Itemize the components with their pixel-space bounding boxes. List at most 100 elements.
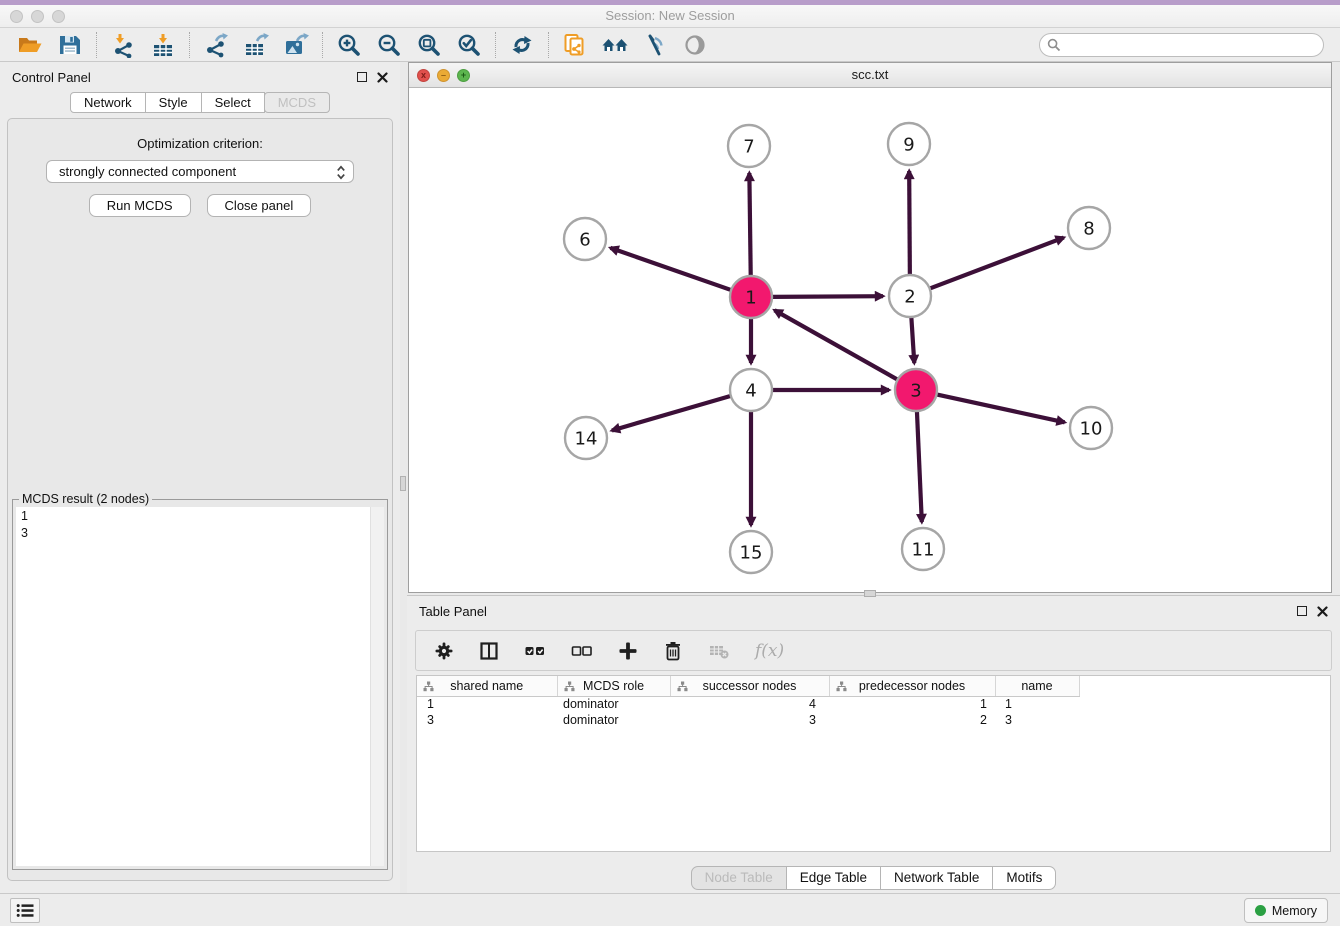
graph-node-10[interactable]: 10 [1070,407,1112,449]
delete-table-icon [708,641,730,661]
panel-divider[interactable] [400,62,407,893]
run-mcds-button[interactable]: Run MCDS [89,194,191,217]
tree-icon [423,681,434,692]
select-chevrons-icon [336,165,346,180]
edge-1-2[interactable] [772,296,883,297]
graph-node-11[interactable]: 11 [902,528,944,570]
criterion-select[interactable]: strongly connected component [46,160,354,183]
edge-3-1[interactable] [775,310,898,379]
new-network-from-file-button[interactable] [555,30,595,60]
graph-node-6[interactable]: 6 [564,218,606,260]
column-header-shared-name[interactable]: shared name [417,676,557,696]
search-input[interactable] [1039,33,1324,57]
close-panel-icon[interactable] [1317,606,1328,617]
homes-icon [601,32,629,58]
show-column-button[interactable] [479,641,499,661]
control-panel-tabs: Network Style Select MCDS [0,92,400,113]
column-header-mcds-role[interactable]: MCDS role [557,676,670,696]
table-cell: 3 [417,712,557,728]
tab-motifs[interactable]: Motifs [992,866,1056,890]
graph-node-14[interactable]: 14 [565,417,607,459]
export-network-button[interactable] [196,30,236,60]
memory-button[interactable]: Memory [1244,898,1328,923]
graph-node-9[interactable]: 9 [888,123,930,165]
delete-table-button-disabled[interactable] [708,641,730,661]
column-header-predecessor-nodes[interactable]: predecessor nodes [829,676,995,696]
edge-1-7[interactable] [749,173,750,276]
task-history-button[interactable] [10,898,40,923]
zoom-fit-button[interactable] [409,30,449,60]
refresh-button[interactable] [502,30,542,60]
edge-4-14[interactable] [612,396,731,431]
table-tabs: Node Table Edge Table Network Table Moti… [407,866,1340,890]
table-toolbar: f(x) [415,630,1332,671]
table-cell: 1 [829,696,995,712]
zoom-in-icon [336,32,362,58]
edge-2-9[interactable] [909,171,910,275]
zoom-selected-button[interactable] [449,30,489,60]
column-header-successor-nodes[interactable]: successor nodes [670,676,829,696]
tab-edge-table[interactable]: Edge Table [786,866,881,890]
svg-text:7: 7 [743,136,754,157]
tab-network[interactable]: Network [70,92,146,113]
network-window-titlebar[interactable]: x – + scc.txt [409,63,1331,88]
save-session-button[interactable] [50,30,90,60]
function-builder-button-disabled[interactable]: f(x) [755,641,784,661]
deselect-all-columns-button[interactable] [571,641,593,661]
table-cell: 3 [670,712,829,728]
table-row[interactable]: 1dominator411 [417,696,1079,712]
tab-style[interactable]: Style [145,92,202,113]
birds-eye-view-button[interactable] [675,30,715,60]
svg-text:2: 2 [904,286,915,307]
open-file-button[interactable] [10,30,50,60]
graph-node-15[interactable]: 15 [730,531,772,573]
graph-node-4[interactable]: 4 [730,369,772,411]
split-pane-handle[interactable] [864,590,876,597]
tab-network-table[interactable]: Network Table [880,866,993,890]
toolbar-separator [548,32,549,58]
close-panel-icon[interactable] [377,72,388,83]
home-layout-button[interactable] [595,30,635,60]
edge-3-11[interactable] [917,411,922,522]
optimization-criterion-label: Optimization criterion: [8,136,392,151]
edge-3-10[interactable] [937,394,1065,422]
table-panel: Table Panel [407,595,1340,893]
table-row[interactable]: 3dominator323 [417,712,1079,728]
mcds-result-area[interactable]: 1 3 [16,507,384,866]
table-cell: 1 [417,696,557,712]
column-header-name[interactable]: name [995,676,1079,696]
table-cell: dominator [557,696,670,712]
result-scrollbar[interactable] [370,507,384,866]
graph-node-2[interactable]: 2 [889,275,931,317]
export-image-button[interactable] [276,30,316,60]
network-window-title: scc.txt [409,67,1331,82]
tab-select[interactable]: Select [201,92,265,113]
edge-2-3[interactable] [911,317,914,363]
table-settings-button[interactable] [434,641,454,661]
tab-mcds[interactable]: MCDS [264,92,330,113]
import-network-button[interactable] [103,30,143,60]
columns-icon [479,641,499,661]
zoom-out-button[interactable] [369,30,409,60]
graph-node-8[interactable]: 8 [1068,207,1110,249]
graph-node-1[interactable]: 1 [730,276,772,318]
network-canvas[interactable]: 7 9 6 8 1 2 4 3 14 10 15 11 [409,88,1331,592]
close-panel-button[interactable]: Close panel [207,194,312,217]
zoom-in-button[interactable] [329,30,369,60]
graph-node-7[interactable]: 7 [728,125,770,167]
divider-handle[interactable] [400,476,406,491]
control-panel-header: Control Panel [0,62,400,92]
edge-2-8[interactable] [930,238,1064,289]
tab-node-table[interactable]: Node Table [691,866,787,890]
node-table-container: shared name MCDS role [416,675,1331,852]
select-all-columns-button[interactable] [524,641,546,661]
export-table-button[interactable] [236,30,276,60]
float-panel-icon[interactable] [1297,606,1307,616]
create-column-button[interactable] [618,641,638,661]
hide-graphics-details-button[interactable] [635,30,675,60]
import-table-button[interactable] [143,30,183,60]
edge-1-6[interactable] [610,248,731,290]
graph-node-3[interactable]: 3 [895,369,937,411]
delete-column-button[interactable] [663,641,683,661]
float-panel-icon[interactable] [357,72,367,82]
